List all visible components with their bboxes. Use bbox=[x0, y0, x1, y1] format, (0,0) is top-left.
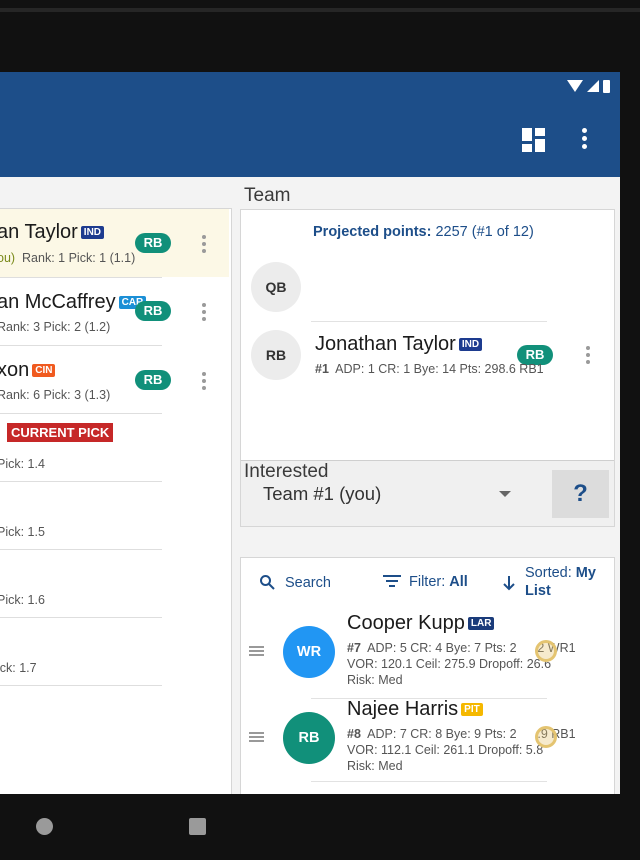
slot-menu-icon[interactable] bbox=[586, 346, 590, 364]
row-menu-icon[interactable] bbox=[202, 303, 206, 321]
device-bezel-right bbox=[620, 72, 640, 794]
app-bar bbox=[0, 72, 620, 177]
player-name: Cooper Kupp LAR bbox=[347, 612, 495, 635]
search-button[interactable]: Search bbox=[259, 574, 331, 591]
draft-row[interactable]: Pick: 1.5 bbox=[0, 481, 229, 549]
player-meta: ou) Rank: 1 Pick: 1 (1.1) bbox=[0, 251, 136, 265]
team-section-title: Team bbox=[244, 185, 291, 206]
pick-meta: Pick: 1.6 bbox=[0, 593, 45, 607]
draft-row[interactable]: xon CIN RB Rank: 6 Pick: 3 (1.3) bbox=[0, 345, 229, 413]
dropdown-arrow-icon[interactable] bbox=[499, 491, 511, 497]
battery-icon bbox=[603, 79, 610, 93]
drag-handle-icon[interactable] bbox=[249, 646, 264, 658]
team-badge: PIT bbox=[461, 703, 483, 716]
team-select-dropdown[interactable]: Team #1 (you) bbox=[263, 483, 381, 505]
filter-icon bbox=[383, 575, 401, 587]
sort-button[interactable]: Sorted: My List bbox=[503, 564, 596, 600]
team-badge: LAR bbox=[467, 617, 495, 630]
star-icon[interactable] bbox=[535, 640, 557, 662]
draft-row[interactable]: an Taylor IND RB ou) Rank: 1 Pick: 1 (1.1… bbox=[0, 209, 229, 277]
pick-meta: Pick: 1.4 bbox=[0, 457, 45, 471]
arrow-down-icon bbox=[503, 576, 515, 591]
rb-slot-circle: RB bbox=[251, 330, 301, 380]
player-name: xon CIN bbox=[0, 359, 56, 382]
dashboard-icon[interactable] bbox=[522, 128, 546, 152]
player-name: Najee Harris PIT bbox=[347, 698, 483, 721]
interested-player-row[interactable]: RB Najee Harris PIT #8 ADP: 7 CR: 8 Bye: … bbox=[241, 696, 614, 794]
draft-row[interactable]: Pick: 1.6 bbox=[0, 549, 229, 617]
slot-player-meta: #1 ADP: 1 CR: 1 Bye: 14 Pts: 298.6 RB1 bbox=[315, 362, 544, 376]
draft-row bbox=[0, 685, 229, 705]
status-bar bbox=[567, 78, 610, 94]
search-icon bbox=[260, 575, 275, 590]
nav-bar bbox=[0, 794, 640, 860]
pick-meta: Pick: 1.5 bbox=[0, 525, 45, 539]
interested-player-row[interactable]: WR Cooper Kupp LAR #7 ADP: 5 CR: 4 Bye: 7… bbox=[241, 610, 614, 698]
position-pill: RB bbox=[135, 370, 171, 390]
interested-card: Search Filter: All Sorted: My List WR Coo… bbox=[240, 557, 615, 794]
draft-row[interactable]: an McCaffrey CAR RB Rank: 3 Pick: 2 (1.2) bbox=[0, 277, 229, 345]
position-pill: RB bbox=[135, 233, 171, 253]
player-meta: Rank: 6 Pick: 3 (1.3) bbox=[0, 388, 111, 402]
projected-points: Projected points: 2257 (#1 of 12) bbox=[313, 224, 534, 240]
player-name: an Taylor IND bbox=[0, 221, 105, 244]
slot-player-name[interactable]: Jonathan Taylor IND bbox=[315, 333, 483, 356]
row-menu-icon[interactable] bbox=[202, 235, 206, 253]
pick-meta: ick: 1.7 bbox=[0, 661, 37, 675]
position-pill: RB bbox=[135, 301, 171, 321]
team-badge: IND bbox=[458, 338, 483, 351]
interested-section-title: Interested bbox=[244, 461, 329, 482]
device-bezel-top bbox=[0, 0, 640, 72]
player-name: an McCaffrey CAR bbox=[0, 291, 147, 314]
position-circle: RB bbox=[283, 712, 335, 764]
filter-button[interactable]: Filter: All bbox=[383, 574, 468, 590]
current-pick-badge: CURRENT PICK bbox=[7, 423, 114, 442]
more-options-icon[interactable] bbox=[580, 128, 588, 152]
wifi-icon bbox=[567, 80, 583, 92]
drag-handle-icon[interactable] bbox=[249, 732, 264, 744]
qb-slot-circle: QB bbox=[251, 262, 301, 312]
signal-icon bbox=[587, 80, 599, 92]
draft-board-card: an Taylor IND RB ou) Rank: 1 Pick: 1 (1.1… bbox=[0, 208, 232, 794]
draft-row[interactable]: ick: 1.7 bbox=[0, 617, 229, 685]
recents-button-icon[interactable] bbox=[189, 818, 206, 835]
position-circle: WR bbox=[283, 626, 335, 678]
home-button-icon[interactable] bbox=[36, 818, 53, 835]
help-button[interactable]: ? bbox=[552, 470, 609, 518]
row-menu-icon[interactable] bbox=[202, 372, 206, 390]
team-badge: IND bbox=[80, 226, 105, 239]
star-icon[interactable] bbox=[535, 726, 557, 748]
team-badge: CIN bbox=[32, 364, 56, 377]
app-screen: an Taylor IND RB ou) Rank: 1 Pick: 1 (1.1… bbox=[0, 72, 620, 794]
player-meta: Rank: 3 Pick: 2 (1.2) bbox=[0, 320, 111, 334]
